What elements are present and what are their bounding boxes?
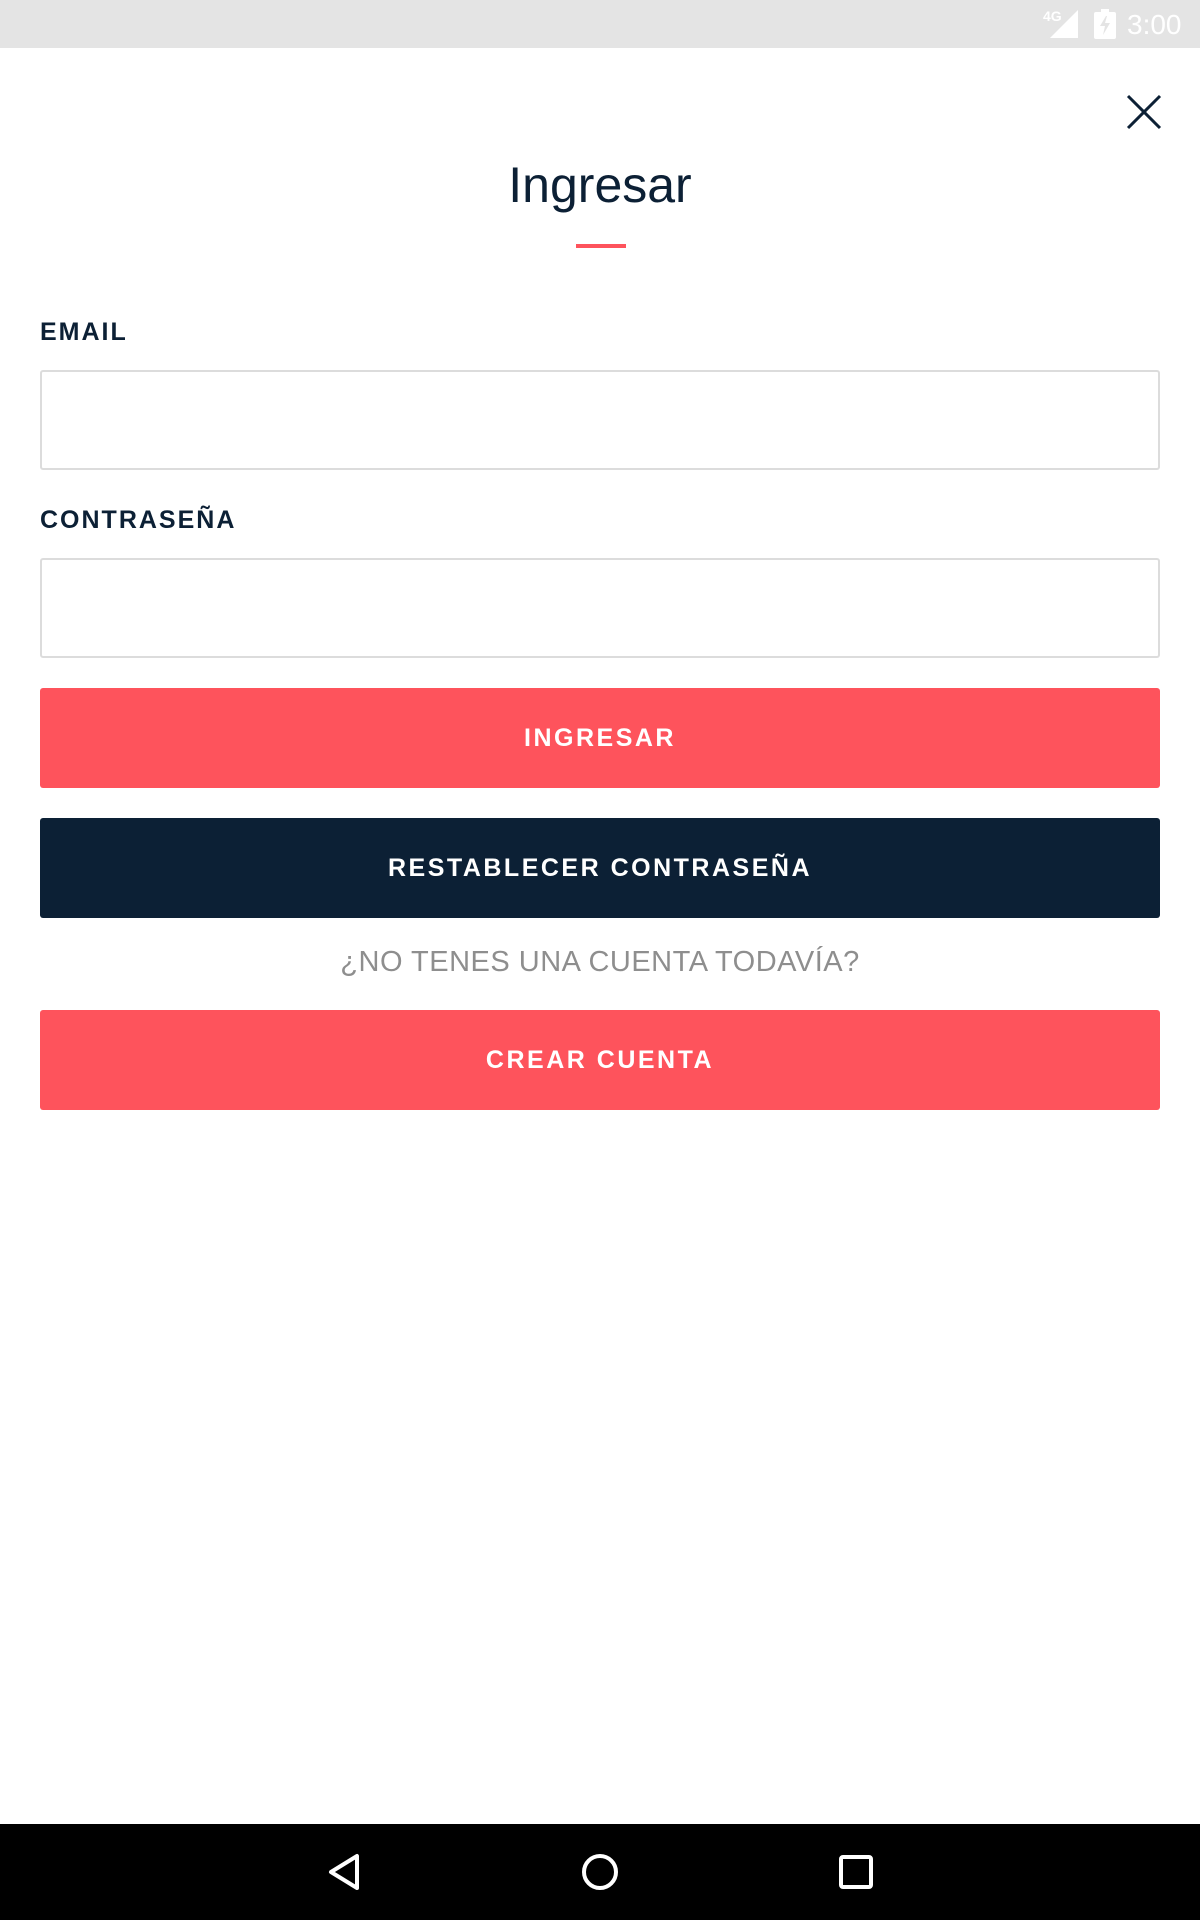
login-button[interactable]: INGRESAR <box>40 688 1160 788</box>
login-screen: 4G 3:00 Ingresar EMAIL CONTRASEÑA INGRES… <box>0 0 1200 1920</box>
recents-icon <box>839 1855 873 1889</box>
close-icon <box>1126 94 1162 130</box>
page-title: Ingresar <box>508 157 692 213</box>
home-icon <box>582 1854 618 1890</box>
home-button[interactable] <box>570 1842 630 1902</box>
battery-charging-icon <box>1094 9 1116 39</box>
clock: 3:00 <box>1127 9 1182 40</box>
back-button[interactable] <box>315 1842 375 1902</box>
close-button[interactable] <box>1114 82 1174 142</box>
recents-button[interactable] <box>826 1842 886 1902</box>
no-account-prompt: ¿NO TENES UNA CUENTA TODAVÍA? <box>340 946 860 978</box>
password-label: CONTRASEÑA <box>40 506 237 534</box>
navigation-bar <box>0 1824 1200 1920</box>
reset-password-button[interactable]: RESTABLECER CONTRASEÑA <box>40 818 1160 918</box>
title-accent-divider <box>576 244 626 248</box>
signal-icon <box>1050 10 1078 38</box>
password-field[interactable] <box>40 558 1160 658</box>
back-icon <box>329 1854 359 1890</box>
email-field[interactable] <box>40 370 1160 470</box>
email-label: EMAIL <box>40 318 128 346</box>
status-bar: 4G 3:00 <box>0 0 1200 48</box>
create-account-button[interactable]: CREAR CUENTA <box>40 1010 1160 1110</box>
